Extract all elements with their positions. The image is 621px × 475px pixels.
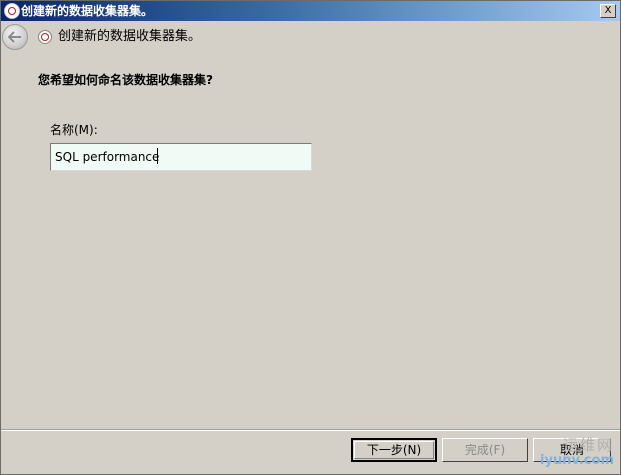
close-button[interactable]: X [600,4,616,18]
window-title: 创建新的数据收集器集。 [21,4,154,18]
text-caret [157,148,158,164]
wizard-page-title: 创建新的数据收集器集。 [58,29,202,44]
performance-monitor-icon [4,3,20,19]
back-button[interactable] [2,24,28,50]
finish-button[interactable]: 完成(F) [442,438,528,462]
wizard-window: 创建新的数据收集器集。 X 创建新的数据收集器集。 您希望如何命名该数据收集器集… [0,0,621,475]
performance-monitor-icon [38,30,52,44]
title-bar[interactable]: 创建新的数据收集器集。 X [1,1,620,21]
next-button-label: 下一步(N) [354,441,434,459]
next-button[interactable]: 下一步(N) [351,438,437,462]
name-field-label: 名称(M): [50,123,98,137]
button-bar-divider [1,429,620,431]
name-input[interactable] [50,143,312,171]
cancel-button[interactable]: 取消 [533,438,611,462]
wizard-question: 您希望如何命名该数据收集器集? [38,73,213,87]
wizard-nav-bar: 创建新的数据收集器集。 [1,21,620,53]
back-arrow-icon [8,31,21,43]
